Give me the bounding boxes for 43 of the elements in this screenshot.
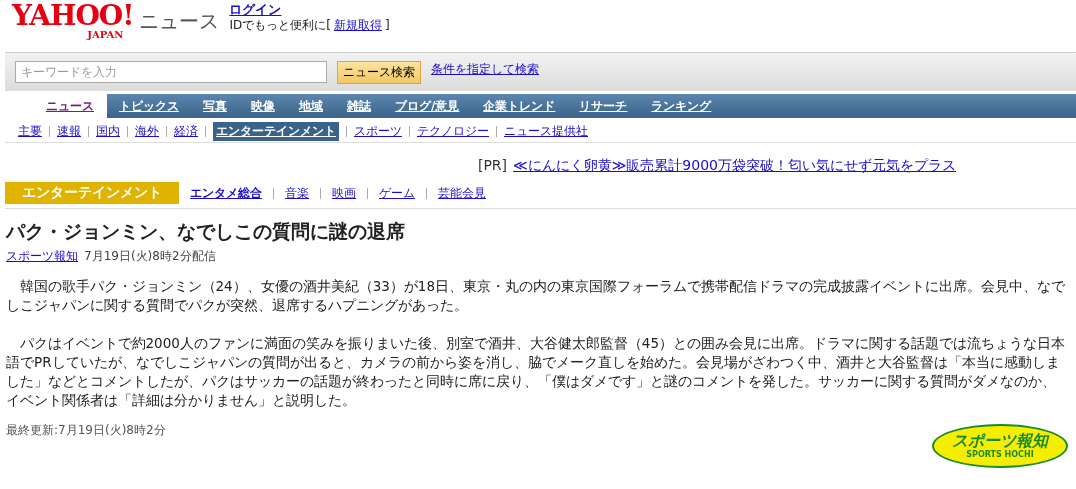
- category-tab[interactable]: 地域: [287, 94, 335, 118]
- subcategory-link[interactable]: スポーツ: [354, 123, 402, 140]
- category-tab[interactable]: ニュース: [32, 94, 107, 118]
- article-paragraph: 韓国の歌手パク・ジョンミン（24）、女優の酒井美紀（33）が18日、東京・丸の内の東京国際フォーラムで携帯配信ドラマの完成披露イベントに出席。会見中、なでしこジャパンに関する質問でパクが突然、退席するハプニングがあった。: [6, 277, 1067, 315]
- login-link[interactable]: ログイン: [229, 2, 282, 17]
- category-tab[interactable]: ランキング: [639, 94, 724, 118]
- pr-label: [PR]: [477, 157, 508, 175]
- section-link[interactable]: エンタメ総合: [190, 184, 262, 202]
- article-paragraph: パクはイベントで約2000人のファンに満面の笑みを振りまいた後、別室で酒井、大谷健太郎監督（45）との囲み会見に出席。ドラマに関する話題では流ちょうな日本語でPRしていたが、なでしこジャパンの質問が出ると、カメラの前から姿を消し、脇でメーク直しを始めた。会見場がざわつく中、酒井と大谷監督は「本当に感動しました」などとコメントしたが、パクはサッカーの話題が終わったと同時に席に戻り、「僕はダメです」と謎のコメントを発した。サッカーに関する質問がダメなのか、イベント関係者は「詳細は分かりません」と説明した。: [6, 334, 1067, 410]
- subcategory-link[interactable]: 国内: [96, 123, 120, 140]
- subcategory-link[interactable]: テクノロジー: [417, 123, 489, 140]
- ad-link[interactable]: ≪にんにく卵黄≫販売累計9000万袋突破！匂い気にせず元気をプラス: [513, 157, 956, 179]
- subcategory-link[interactable]: ニュース提供社: [504, 123, 588, 140]
- advanced-search-link[interactable]: 条件を指定して検索: [431, 60, 539, 78]
- section-title: エンターテインメント: [5, 182, 179, 204]
- section-link[interactable]: ゲーム: [379, 184, 415, 202]
- last-updated: 最終更新:7月19日(火)8時2分: [6, 422, 166, 439]
- subcategory-link[interactable]: 主要: [18, 123, 42, 140]
- category-tab[interactable]: トピックス: [107, 94, 191, 118]
- search-field[interactable]: キーワードを入力: [15, 61, 327, 83]
- section-link[interactable]: 映画: [332, 184, 356, 202]
- subcategory-link[interactable]: 速報: [57, 123, 81, 140]
- article-title: パク・ジョンミン、なでしこの質問に謎の退席: [6, 219, 406, 244]
- section-link[interactable]: 音楽: [285, 184, 309, 202]
- bracket-text: ]: [384, 18, 390, 33]
- subcategory-link[interactable]: 海外: [135, 123, 159, 140]
- publish-date: 7月19日(火)8時2分配信: [84, 248, 216, 265]
- subcategory-link[interactable]: 経済: [174, 123, 198, 140]
- service-title: ニュース: [139, 8, 220, 35]
- id-promo-text: IDでもっと便利に[: [229, 18, 331, 33]
- category-tab[interactable]: 映像: [239, 94, 287, 118]
- subcategory-link[interactable]: エンターテインメント: [213, 122, 339, 141]
- signup-link[interactable]: 新規取得: [333, 18, 382, 33]
- category-tab[interactable]: 雑誌: [335, 94, 383, 118]
- category-tab[interactable]: ブログ/意見: [383, 94, 472, 118]
- category-tab[interactable]: 写真: [191, 94, 239, 118]
- category-tab[interactable]: 企業トレンド: [471, 94, 568, 118]
- provider-logo[interactable]: スポーツ報知 SPORTS HOCHI: [932, 424, 1068, 468]
- yahoo-japan-logo[interactable]: YAHOO! JAPAN: [12, 2, 134, 40]
- section-link[interactable]: 芸能会見: [438, 184, 486, 202]
- category-tab[interactable]: リサーチ: [567, 94, 640, 118]
- source-link[interactable]: スポーツ報知: [6, 248, 78, 265]
- news-search-button[interactable]: ニュース検索: [337, 60, 421, 84]
